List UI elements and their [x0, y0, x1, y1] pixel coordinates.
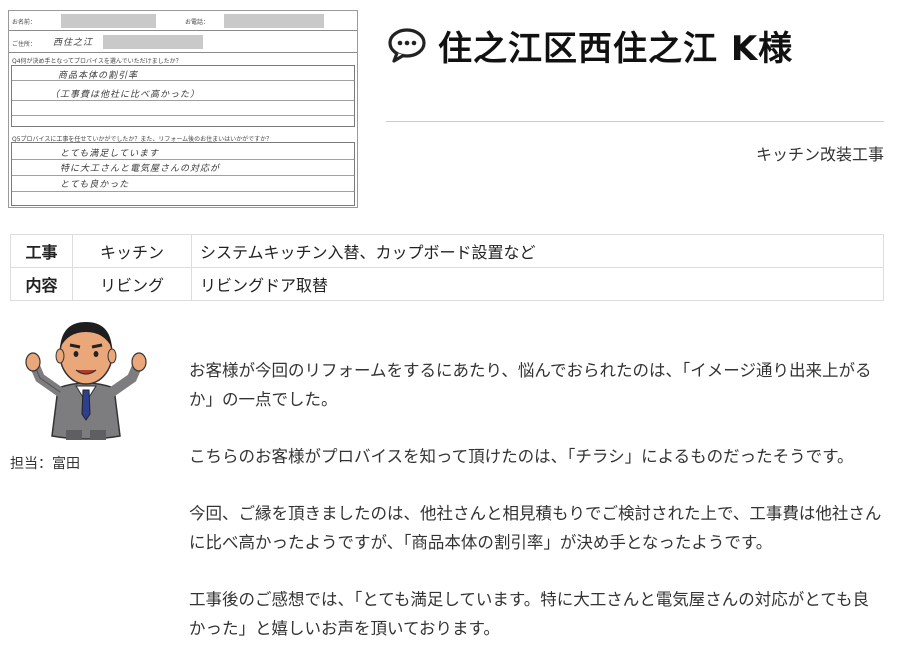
- ruled-line: [12, 159, 354, 160]
- staff-illustration: [22, 318, 150, 442]
- table-detail: リビングドア取替: [191, 267, 884, 301]
- work-content-table: 工事 キッチン システムキッチン入替、カップボード設置など 内容 リビング リビ…: [10, 234, 884, 301]
- table-label: 内容: [10, 267, 73, 301]
- survey-address-hand: 西住之江: [53, 38, 94, 48]
- ruled-line: [12, 191, 354, 192]
- redaction-mask: [61, 14, 156, 28]
- table-detail: システムキッチン入替、カップボード設置など: [191, 234, 884, 268]
- survey-q5-answer-1: とても満足しています: [60, 149, 160, 159]
- table-area: リビング: [72, 267, 192, 301]
- redaction-mask: [103, 35, 203, 49]
- table-label: 工事: [10, 234, 73, 268]
- ruled-line: [12, 115, 354, 116]
- survey-address-row: ご住所： 西住之江: [9, 31, 357, 53]
- survey-q5-box: とても満足しています 特に大工さんと電気屋さんの対応が とても良かった: [11, 142, 355, 206]
- article-body: お客様が今回のリフォームをするにあたり、悩んでおられたのは、「イメージ通り出来上…: [189, 356, 884, 655]
- survey-q4-box: 商品本体の割引率 （工事費は他社に比べ高かった）: [11, 65, 355, 127]
- paragraph: こちらのお客様がプロバイスを知って頂けたのは、「チラシ」によるものだったそうです…: [189, 447, 854, 466]
- table-area: キッチン: [72, 234, 192, 268]
- ruled-line: [12, 175, 354, 176]
- survey-phone-label: お電話：: [185, 19, 210, 26]
- ruled-line: [12, 100, 354, 101]
- paragraph: お客様が今回のリフォームをするにあたり、悩んでおられたのは、「イメージ通り出来上…: [189, 361, 872, 409]
- speech-bubble-icon: [386, 24, 428, 66]
- survey-address-label: ご住所：: [12, 41, 37, 48]
- survey-q5-answer-2: 特に大工さんと電気屋さんの対応が: [60, 164, 221, 174]
- table-row: 工事 キッチン システムキッチン入替、カップボード設置など: [10, 234, 884, 268]
- work-type-label: キッチン改装工事: [755, 145, 884, 164]
- page-title: 住之江区西住之江 K様: [438, 28, 794, 69]
- survey-q4: Q4何が決め手となってプロバイスを選んでいただけましたか？: [12, 58, 182, 65]
- survey-q4-answer-1: 商品本体の割引率: [58, 71, 139, 81]
- page-heading: 住之江区西住之江 K様: [386, 20, 886, 70]
- survey-q5-answer-3: とても良かった: [60, 180, 130, 190]
- survey-name-label: お名前：: [12, 19, 37, 26]
- staff-caption: 担当：富田: [10, 456, 80, 472]
- heading-divider: [386, 121, 884, 122]
- paragraph: 今回、ご縁を頂きましたのは、他社さんと相見積もりでご検討された上で、工事費は他社…: [189, 504, 882, 552]
- paragraph: 工事後のご感想では、「とても満足しています。特に大工さんと電気屋さんの対応がとて…: [189, 590, 869, 638]
- survey-name-row: お名前： お電話：: [9, 11, 357, 31]
- table-row: 内容 リビング リビングドア取替: [10, 267, 884, 301]
- redaction-mask: [224, 14, 324, 28]
- survey-scan: お名前： お電話： ご住所： 西住之江 Q4何が決め手となってプロバイスを選んで…: [8, 10, 358, 208]
- survey-q4-answer-2: （工事費は他社に比べ高かった）: [50, 90, 201, 100]
